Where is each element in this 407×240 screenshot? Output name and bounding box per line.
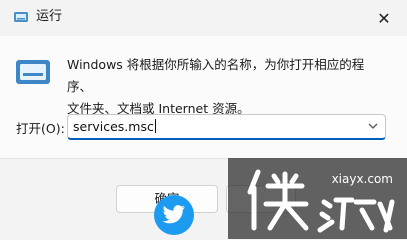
description-line-1: Windows 将根据你所输入的名称，为你打开相应的程序、 [67, 57, 365, 94]
open-input-value: services.msc [73, 119, 154, 134]
chevron-down-icon[interactable] [367, 120, 379, 132]
run-large-icon [16, 60, 50, 84]
twitter-share-button[interactable] [154, 195, 194, 235]
run-dialog: 运行 ✕ Windows 将根据你所输入的名称，为你打开相应的程序、 文件夹、文… [0, 0, 407, 240]
run-app-icon [14, 12, 28, 22]
description-text: Windows 将根据你所输入的名称，为你打开相应的程序、 文件夹、文档或 In… [67, 54, 387, 120]
close-button[interactable]: ✕ [369, 6, 399, 30]
title-bar[interactable]: 运行 ✕ [0, 0, 407, 36]
watermark: xiayx.com [228, 158, 407, 239]
close-icon: ✕ [377, 8, 391, 28]
watermark-logo [247, 169, 395, 233]
open-combobox[interactable]: services.msc [67, 114, 386, 140]
window-title: 运行 [36, 9, 63, 24]
open-label: 打开(O): [16, 121, 65, 136]
text-caret [154, 119, 156, 133]
twitter-bird-icon [162, 205, 186, 224]
open-input[interactable]: services.msc [73, 119, 156, 135]
